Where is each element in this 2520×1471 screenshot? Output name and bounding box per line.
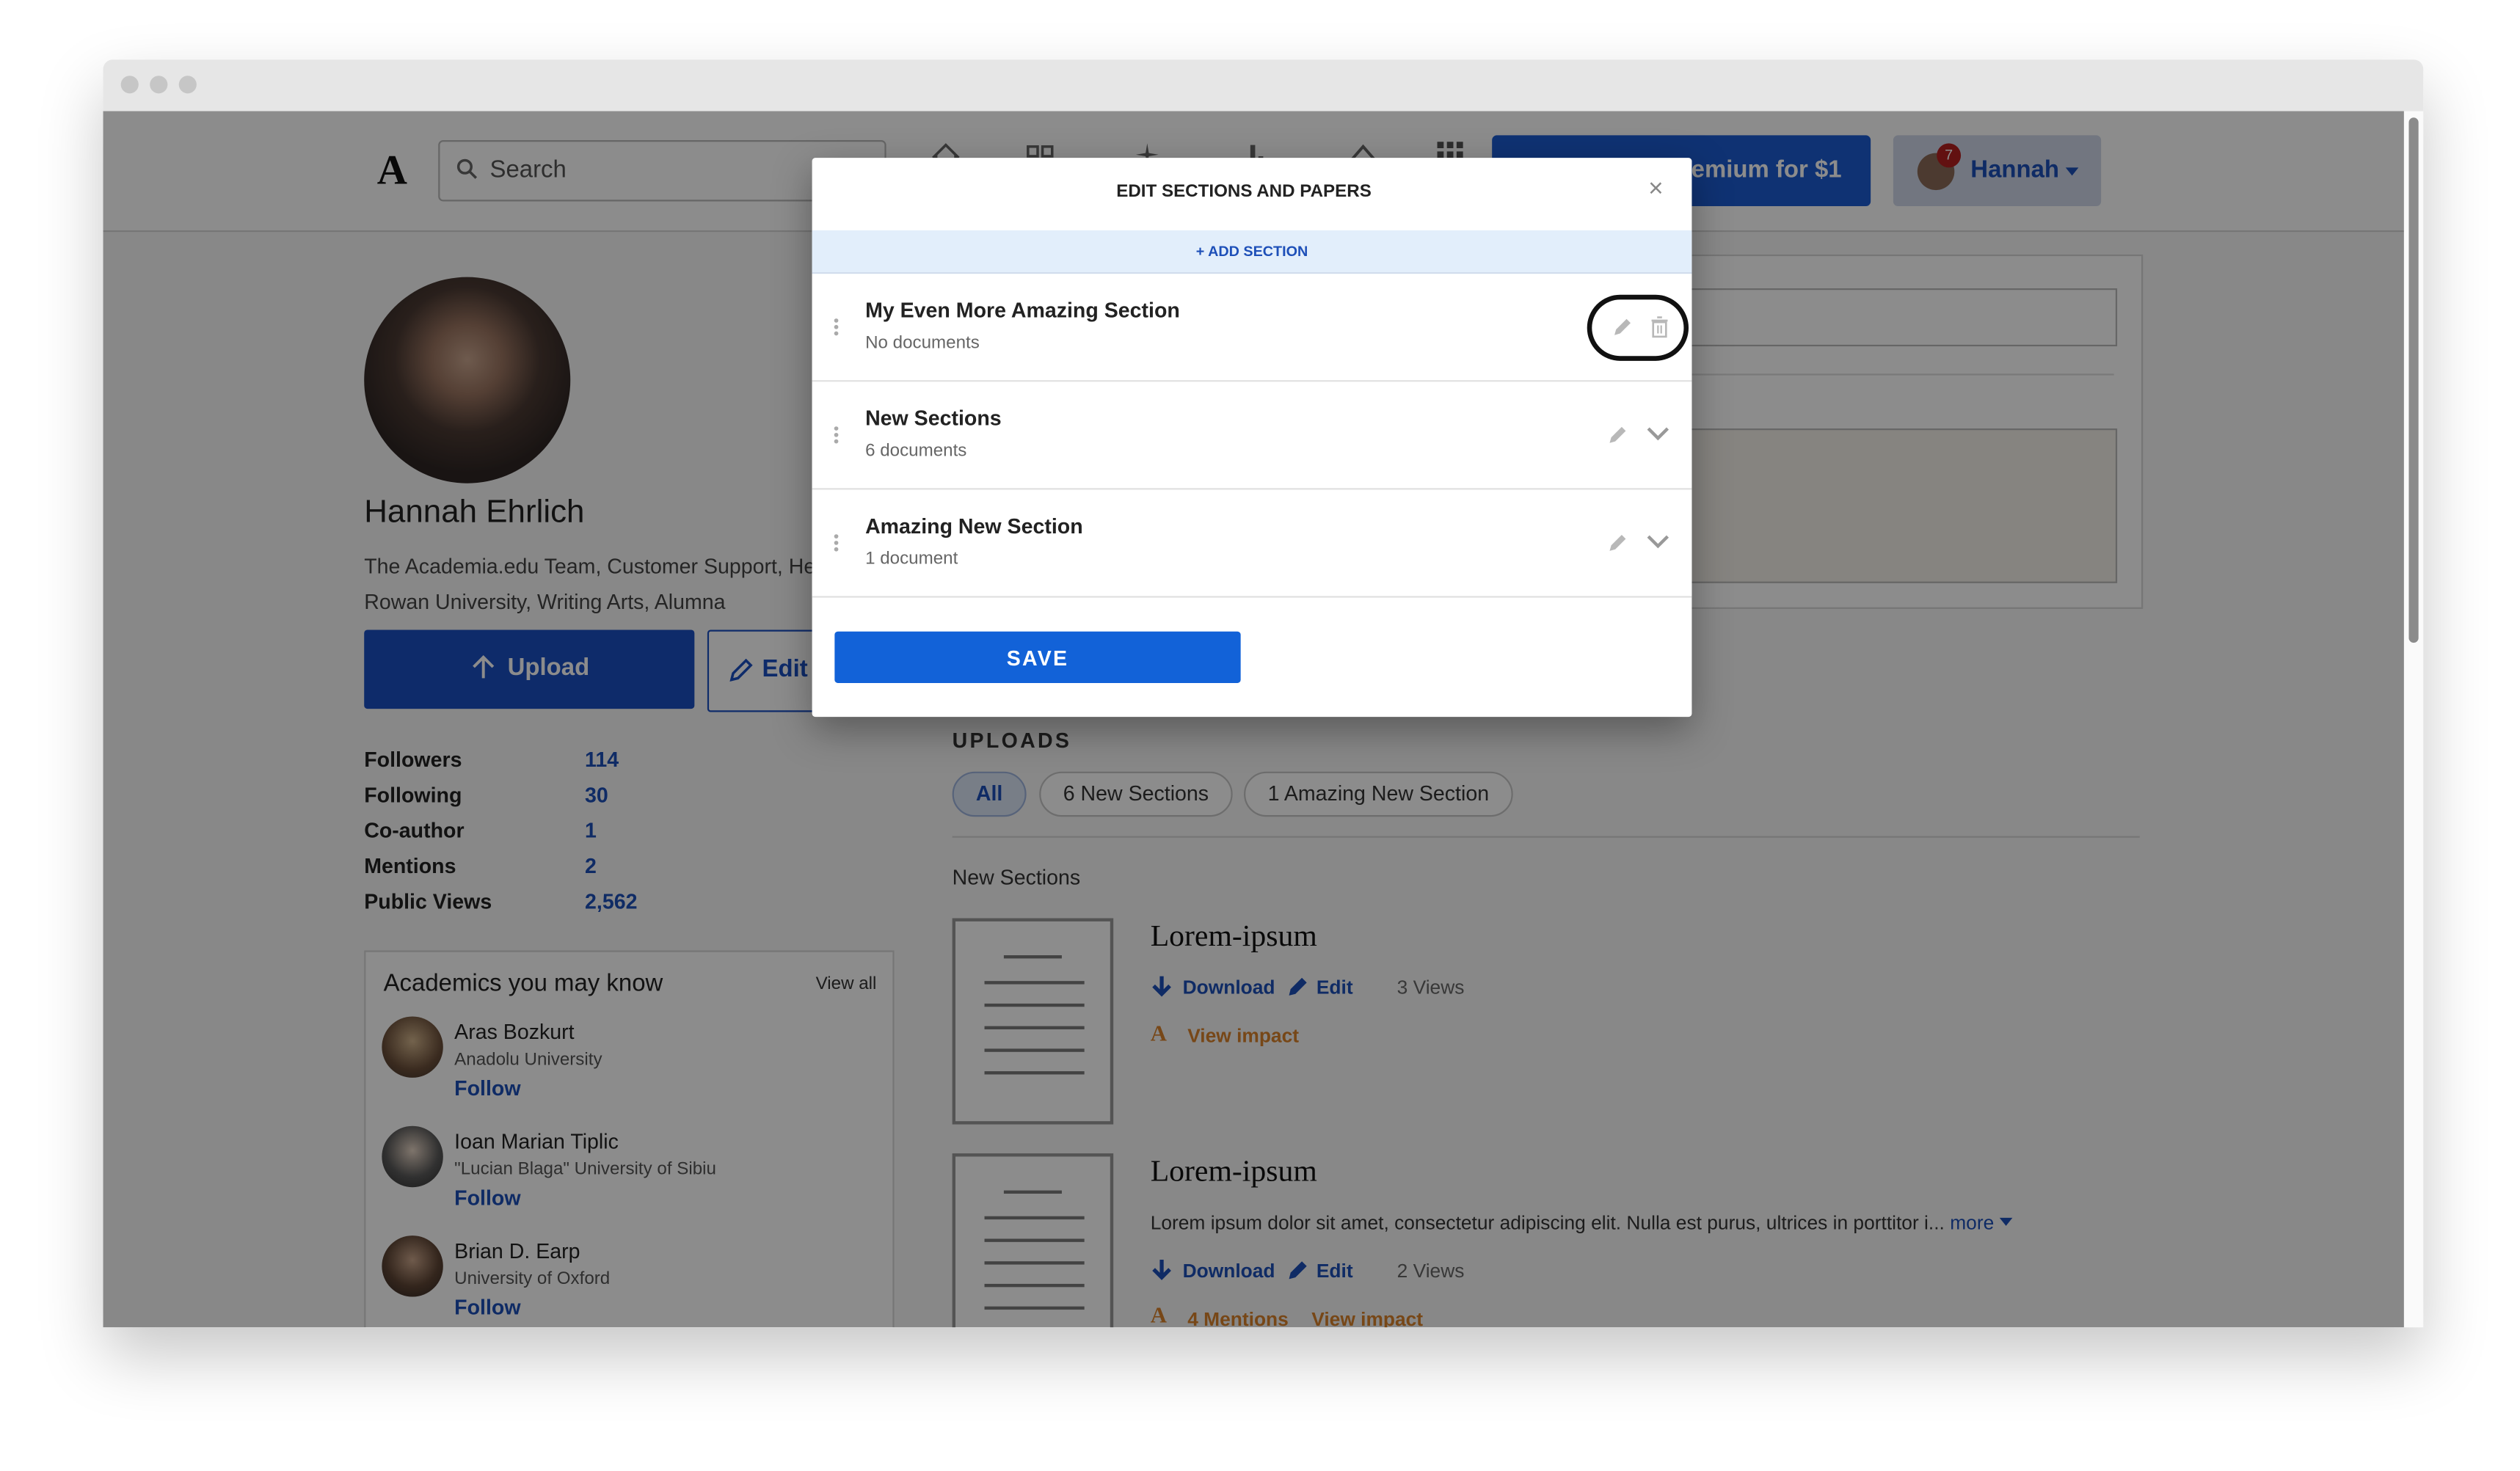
close-icon[interactable]: × bbox=[1648, 175, 1664, 205]
add-section-button[interactable]: + ADD SECTION bbox=[812, 230, 1692, 274]
section-row[interactable]: My Even More Amazing Section No document… bbox=[812, 274, 1692, 382]
edit-sections-modal: EDIT SECTIONS AND PAPERS × + ADD SECTION… bbox=[812, 158, 1692, 718]
pencil-icon[interactable] bbox=[1608, 423, 1629, 445]
chevron-down-icon[interactable] bbox=[1647, 427, 1669, 442]
section-title: Amazing New Section bbox=[865, 514, 1083, 539]
scrollbar-thumb[interactable] bbox=[2408, 117, 2419, 643]
section-document-count: 1 document bbox=[865, 549, 958, 569]
section-title: New Sections bbox=[865, 406, 1002, 431]
close-window-dot[interactable] bbox=[120, 76, 139, 94]
drag-handle-icon[interactable] bbox=[833, 318, 840, 337]
section-document-count: No documents bbox=[865, 333, 980, 353]
drag-handle-icon[interactable] bbox=[833, 533, 840, 552]
modal-header: EDIT SECTIONS AND PAPERS × bbox=[812, 158, 1692, 233]
zoom-window-dot[interactable] bbox=[178, 76, 197, 94]
minimize-window-dot[interactable] bbox=[150, 76, 168, 94]
section-title: My Even More Amazing Section bbox=[865, 298, 1180, 323]
page-scrollbar[interactable] bbox=[2403, 111, 2424, 1328]
modal-title: EDIT SECTIONS AND PAPERS bbox=[1116, 182, 1372, 202]
page-viewport: A Search remium for $1 7 Hannah Hannah E… bbox=[103, 111, 2404, 1328]
save-label: SAVE bbox=[1006, 646, 1069, 671]
browser-window: A Search remium for $1 7 Hannah Hannah E… bbox=[103, 59, 2424, 1328]
pencil-icon[interactable] bbox=[1608, 532, 1629, 553]
save-button[interactable]: SAVE bbox=[834, 631, 1241, 683]
section-document-count: 6 documents bbox=[865, 441, 967, 461]
screenshot-stage: A Search remium for $1 7 Hannah Hannah E… bbox=[0, 0, 2520, 1471]
window-titlebar bbox=[103, 59, 2424, 112]
chevron-down-icon[interactable] bbox=[1647, 535, 1669, 550]
highlight-circle-annotation bbox=[1587, 294, 1689, 361]
add-section-label: + ADD SECTION bbox=[1195, 243, 1308, 260]
section-row[interactable]: New Sections 6 documents bbox=[812, 382, 1692, 490]
drag-handle-icon[interactable] bbox=[833, 426, 840, 445]
section-row[interactable]: Amazing New Section 1 document bbox=[812, 489, 1692, 598]
